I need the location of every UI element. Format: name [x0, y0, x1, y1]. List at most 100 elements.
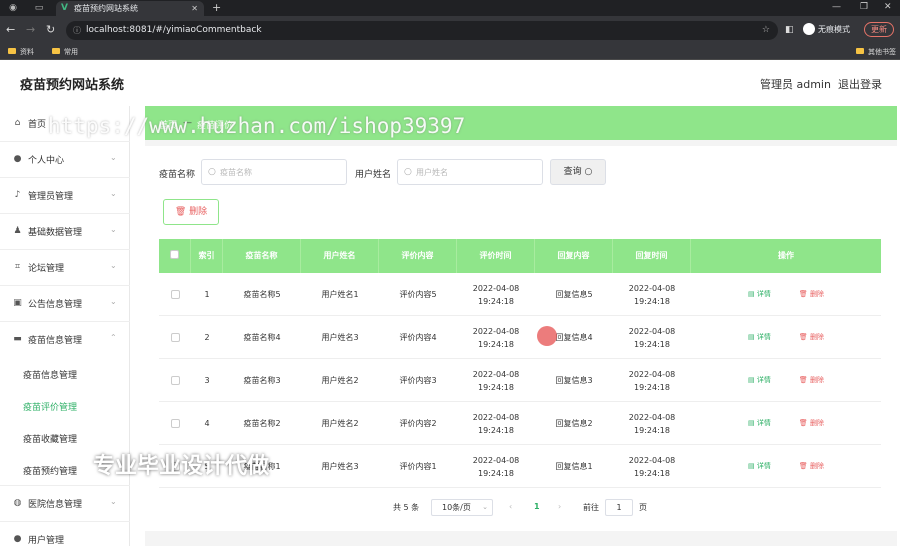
bookmark-folder-ziliao[interactable]: 资料: [8, 45, 34, 59]
window-close-icon[interactable]: ✕: [884, 0, 892, 14]
vaccine-name-input[interactable]: [220, 165, 330, 179]
document-icon: ▤: [748, 290, 757, 298]
cell-reply-time: 2022-04-08 19:24:18: [628, 283, 676, 306]
row-checkbox[interactable]: [170, 419, 180, 428]
delete-button[interactable]: 🗑 删除: [799, 288, 824, 301]
cell-user: 用户姓名2: [321, 419, 359, 428]
tab-search-icon[interactable]: ▭: [34, 3, 44, 13]
sidebar-item-vaccines[interactable]: ▬ 疫苗信息管理 ⌃: [0, 322, 130, 358]
sidebar-item-profile[interactable]: ● 个人中心 ⌄: [0, 142, 130, 178]
minimize-icon[interactable]: —: [832, 0, 841, 14]
goto-page-input[interactable]: 1: [605, 499, 633, 516]
document-icon: ▤: [748, 333, 757, 341]
promo-overlay-text: 专业毕业设计代做: [93, 454, 270, 479]
restore-icon[interactable]: ❐: [860, 0, 868, 14]
user-name-input[interactable]: [416, 165, 526, 179]
user-name-label: 用户姓名: [355, 170, 392, 180]
detail-button[interactable]: ▤ 详情: [748, 288, 771, 301]
cell-user: 用户姓名2: [321, 376, 359, 385]
delete-button[interactable]: 🗑 删除: [799, 417, 824, 430]
trash-icon: 🗑: [798, 333, 810, 341]
header-time: 评价时间: [457, 239, 535, 273]
delete-button[interactable]: 🗑 删除: [799, 331, 824, 344]
delete-button[interactable]: 🗑 删除: [799, 374, 824, 387]
new-tab-icon[interactable]: +: [212, 0, 221, 16]
cell-actions: ▤ 详情 🗑 删除: [691, 316, 881, 359]
sidebar-item-hospitals[interactable]: ◍ 医院信息管理 ⌄: [0, 486, 130, 522]
chevron-down-icon: ⌄: [110, 261, 117, 270]
document-icon: ▤: [748, 376, 757, 384]
cell-content: 评价内容4: [399, 333, 437, 342]
table-row: 4 疫苗名称2 用户姓名2 评价内容2 2022-04-08 19:24:18 回复信息2…: [159, 402, 881, 445]
close-tab-icon[interactable]: ✕: [191, 1, 198, 16]
sidebar-item-forum[interactable]: ⌗ 论坛管理 ⌄: [0, 250, 130, 286]
cell-content: 评价内容1: [399, 462, 437, 471]
bulk-delete-button[interactable]: 🗑 删除: [163, 199, 219, 225]
cell-index: 2: [204, 333, 210, 342]
cell-time: 2022-04-08 19:24:18: [472, 283, 520, 306]
trash-icon: 🗑: [798, 462, 810, 470]
sidepanel-icon[interactable]: ◧: [785, 23, 794, 37]
reload-icon[interactable]: ↻: [46, 23, 55, 37]
row-select-cell: [159, 273, 191, 316]
page-size-select[interactable]: 10条/页 ⌄: [431, 499, 493, 516]
forward-icon[interactable]: →: [26, 23, 35, 37]
query-button[interactable]: 查询 ○: [550, 159, 606, 185]
sidebar-item-base-data[interactable]: ♟ 基础数据管理 ⌄: [0, 214, 130, 250]
incognito-badge[interactable]: 无痕模式: [803, 23, 850, 37]
chart-icon: ▣: [13, 298, 22, 308]
cell-vaccine: 疫苗名称2: [243, 419, 281, 428]
delete-button[interactable]: 🗑 删除: [799, 460, 824, 473]
goto-label: 前往: [583, 503, 599, 512]
detail-button[interactable]: ▤ 详情: [748, 460, 771, 473]
cell-content: 评价内容2: [399, 419, 437, 428]
chevron-down-icon: ⌄: [110, 497, 117, 506]
search-icon: ○: [584, 167, 593, 177]
update-button[interactable]: 更新: [864, 22, 894, 37]
info-icon[interactable]: ⓘ: [73, 21, 81, 40]
next-page-icon[interactable]: ›: [558, 502, 561, 511]
mic-icon: ♪: [14, 190, 21, 200]
vaccine-name-field[interactable]: ○: [201, 159, 347, 185]
folder-icon: [52, 48, 60, 54]
detail-button[interactable]: ▤ 详情: [748, 331, 771, 344]
address-bar[interactable]: ⓘ localhost:8081/#/yimiaoCommentback ☆: [66, 21, 778, 40]
cell-index: 3: [204, 376, 210, 385]
bookmark-folder-changyong[interactable]: 常用: [52, 45, 78, 59]
cell-index: 4: [204, 419, 210, 428]
sidebar-subitem-vaccine-comments[interactable]: 疫苗评价管理: [0, 390, 130, 422]
row-checkbox[interactable]: [170, 333, 180, 342]
page-unit-label: 页: [639, 503, 647, 512]
detail-button[interactable]: ▤ 详情: [748, 417, 771, 430]
avatar: [803, 23, 815, 35]
page-number-current[interactable]: 1: [534, 502, 540, 511]
bookmark-folder-other[interactable]: 其他书签: [856, 45, 896, 59]
crop-icon: ⌗: [14, 262, 21, 272]
cell-reply: 回复信息5: [555, 290, 593, 299]
cell-reply-time: 2022-04-08 19:24:18: [628, 455, 676, 478]
sidebar-subitem-vaccine-info[interactable]: 疫苗信息管理: [0, 358, 130, 390]
main-content: 首页 — 疫苗评价 疫苗名称 ○ 用户姓名 ○ 查询 ○ 🗑 删除 索引 疫苗名…: [145, 106, 897, 546]
cell-time: 2022-04-08 19:24:18: [472, 455, 520, 478]
user-name-field[interactable]: ○: [397, 159, 543, 185]
back-icon[interactable]: ←: [6, 23, 15, 37]
monitor-icon: ▬: [13, 334, 22, 344]
cell-index: 1: [204, 290, 210, 299]
sidebar-item-admins[interactable]: ♪ 管理员管理 ⌄: [0, 178, 130, 214]
row-checkbox[interactable]: [170, 290, 180, 299]
sidebar-item-notices[interactable]: ▣ 公告信息管理 ⌄: [0, 286, 130, 322]
browser-menu-icon[interactable]: ◉: [8, 3, 18, 13]
prev-page-icon[interactable]: ‹: [509, 502, 512, 511]
select-all-checkbox[interactable]: [170, 250, 179, 259]
cell-user: 用户姓名3: [321, 462, 359, 471]
app-header: 疫苗预约网站系统 管理员 admin 退出登录: [0, 60, 900, 106]
logout-link[interactable]: 退出登录: [838, 76, 882, 92]
cell-user: 用户姓名1: [321, 290, 359, 299]
sidebar-item-users[interactable]: ● 用户管理: [0, 522, 130, 546]
pagination-total: 共 5 条: [393, 503, 420, 512]
row-checkbox[interactable]: [170, 376, 180, 385]
browser-tab[interactable]: V 疫苗预约网站系统 ✕: [56, 1, 204, 16]
vue-logo-icon: V: [61, 3, 68, 13]
detail-button[interactable]: ▤ 详情: [748, 374, 771, 387]
bookmark-star-icon[interactable]: ☆: [762, 21, 770, 40]
